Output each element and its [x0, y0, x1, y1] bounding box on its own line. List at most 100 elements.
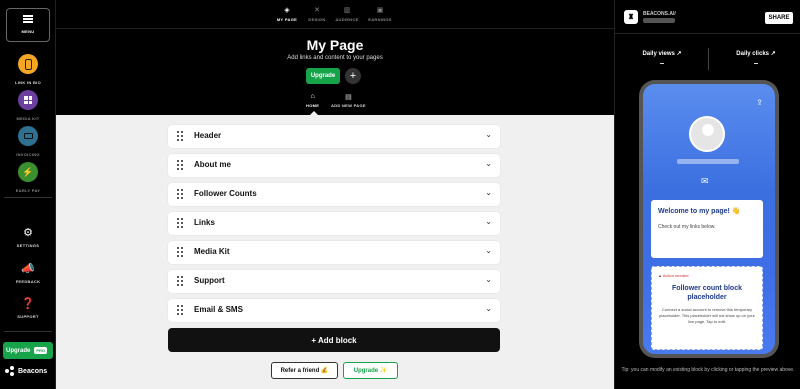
sidebar-item-label: LINK IN BIO	[15, 80, 41, 85]
sidebar-item-settings[interactable]: ⚙ SETTINGS	[0, 226, 56, 248]
sidebar-item-label: INVOICING	[16, 152, 40, 157]
drag-handle-icon[interactable]	[177, 160, 183, 171]
phone-screen: ⇪ ✉ Welcome to my page! 👋 Check out my l…	[643, 84, 775, 354]
megaphone-icon: 📣	[21, 263, 35, 275]
welcome-subtitle: Check out my links below.	[658, 224, 716, 230]
block-row[interactable]: Email & SMS ⌄	[168, 299, 500, 322]
page-subtitle: Add links and content to your pages	[287, 55, 383, 61]
account-name: BEACONS.AI/	[643, 11, 676, 17]
welcome-card[interactable]: Welcome to my page! 👋 Check out my links…	[651, 200, 763, 258]
sidebar-divider	[4, 197, 52, 198]
drag-handle-icon[interactable]	[177, 218, 183, 229]
placeholder-title: Follower count block placeholder	[671, 285, 742, 301]
upgrade-label: Upgrade	[6, 347, 31, 354]
chevron-down-icon[interactable]: ⌄	[485, 159, 492, 168]
phone-icon	[18, 54, 38, 74]
sidebar-item-label: SUPPORT	[17, 314, 39, 319]
subtab-label: ADD NEW PAGE	[331, 103, 366, 108]
profile-name-redacted	[677, 159, 739, 164]
block-title: Header	[194, 131, 222, 140]
sidebar-item-link-in-bio[interactable]: LINK IN BIO	[0, 54, 56, 85]
sidebar: MENU LINK IN BIO MEDIA KIT INVOICING ⚡ E	[0, 0, 56, 389]
drag-handle-icon[interactable]	[177, 305, 183, 316]
subtab-home[interactable]: ⌂ HOME	[306, 93, 319, 108]
chevron-down-icon[interactable]: ⌄	[485, 246, 492, 255]
drag-handle-icon[interactable]	[177, 276, 183, 287]
menu-label: MENU	[21, 29, 35, 34]
sidebar-item-early-pay[interactable]: ⚡ EARLY PAY	[0, 162, 56, 193]
subtab-label: HOME	[306, 103, 320, 108]
refer-friend-button[interactable]: Refer a friend 💰	[271, 362, 338, 379]
block-row[interactable]: Header ⌄	[168, 125, 500, 148]
account-url-redacted	[643, 18, 675, 23]
daily-views-stat[interactable]: Daily views ↗ –	[627, 50, 697, 68]
block-title: About me	[194, 160, 231, 169]
daily-clicks-label: Daily clicks ↗	[736, 51, 776, 57]
editor-header: ◈ MY PAGE ✕ DESIGN ▥ AUDIENCE ▣ EARNINGS…	[56, 0, 614, 115]
invoice-icon	[18, 126, 38, 146]
question-icon: ❓	[21, 298, 35, 310]
earnings-icon: ▣	[376, 7, 384, 14]
drag-handle-icon[interactable]	[177, 189, 183, 200]
block-title: Email & SMS	[194, 305, 243, 314]
sidebar-upgrade-button[interactable]: Upgrade PRO	[3, 342, 53, 359]
sidebar-item-invoicing[interactable]: INVOICING	[0, 126, 56, 157]
add-page-icon: ▤	[345, 94, 352, 101]
account-avatar[interactable]: ♜	[624, 10, 638, 24]
drag-handle-icon[interactable]	[177, 131, 183, 142]
active-tab-indicator	[310, 111, 318, 115]
follower-count-placeholder-card[interactable]: ▲ Action needed Follower count block pla…	[651, 266, 763, 350]
sidebar-divider	[4, 331, 52, 332]
brand-name: Beacons	[18, 367, 48, 375]
sidebar-item-label: EARLY PAY	[15, 188, 41, 193]
stat-divider	[708, 48, 709, 70]
block-row[interactable]: Links ⌄	[168, 212, 500, 235]
preview-tip: Tip: you can modify an existing block by…	[621, 367, 795, 373]
add-page-plus-button[interactable]: +	[345, 68, 361, 84]
block-row[interactable]: Support ⌄	[168, 270, 500, 293]
block-row[interactable]: About me ⌄	[168, 154, 500, 177]
profile-avatar	[689, 116, 725, 152]
block-title: Follower Counts	[194, 189, 257, 198]
block-row[interactable]: Media Kit ⌄	[168, 241, 500, 264]
mail-icon[interactable]: ✉	[701, 176, 709, 187]
sidebar-item-label: FEEDBACK	[15, 279, 41, 284]
daily-clicks-stat[interactable]: Daily clicks ↗ –	[721, 50, 791, 68]
menu-button[interactable]: MENU	[6, 8, 50, 42]
subtab-add-new-page[interactable]: ▤ ADD NEW PAGE	[331, 93, 366, 108]
block-title: Media Kit	[194, 247, 230, 256]
header-divider	[56, 28, 614, 29]
sidebar-item-label: SETTINGS	[16, 243, 40, 248]
drag-handle-icon[interactable]	[177, 247, 183, 258]
preview-panel: ♜ BEACONS.AI/ SHARE Daily views ↗ – Dail…	[614, 0, 800, 389]
app-root: MENU LINK IN BIO MEDIA KIT INVOICING ⚡ E	[0, 0, 800, 389]
chevron-down-icon[interactable]: ⌄	[485, 130, 492, 139]
sidebar-item-media-kit[interactable]: MEDIA KIT	[0, 90, 56, 121]
upgrade-button[interactable]: Upgrade	[306, 68, 340, 84]
daily-views-value: –	[659, 59, 665, 68]
phone-preview[interactable]: ⇪ ✉ Welcome to my page! 👋 Check out my l…	[639, 80, 779, 358]
chevron-down-icon[interactable]: ⌄	[485, 275, 492, 284]
chevron-down-icon[interactable]: ⌄	[485, 188, 492, 197]
editor-main: ◈ MY PAGE ✕ DESIGN ▥ AUDIENCE ▣ EARNINGS…	[56, 0, 614, 389]
chevron-down-icon[interactable]: ⌄	[485, 217, 492, 226]
share-icon[interactable]: ⇪	[756, 98, 763, 107]
share-button[interactable]: SHARE	[765, 12, 793, 24]
beacons-logo[interactable]: Beacons	[5, 366, 47, 376]
add-block-button[interactable]: + Add block	[168, 328, 500, 352]
chevron-down-icon[interactable]: ⌄	[485, 304, 492, 313]
daily-views-label: Daily views ↗	[642, 51, 682, 57]
sidebar-item-support[interactable]: ❓ SUPPORT	[0, 297, 56, 319]
sidebar-item-feedback[interactable]: 📣 FEEDBACK	[0, 262, 56, 284]
tab-label: EARNINGS	[368, 17, 392, 22]
placeholder-body: Connect a social account to remove this …	[659, 307, 755, 324]
hamburger-icon	[23, 15, 33, 23]
tab-earnings[interactable]: ▣ EARNINGS	[360, 6, 400, 22]
grid-icon	[18, 90, 38, 110]
home-icon: ⌂	[310, 93, 315, 100]
block-title: Support	[194, 276, 225, 285]
sidebar-item-label: MEDIA KIT	[16, 116, 40, 121]
gear-icon: ⚙	[23, 227, 33, 239]
upgrade-bottom-button[interactable]: Upgrade ✨	[343, 362, 398, 379]
block-row[interactable]: Follower Counts ⌄	[168, 183, 500, 206]
